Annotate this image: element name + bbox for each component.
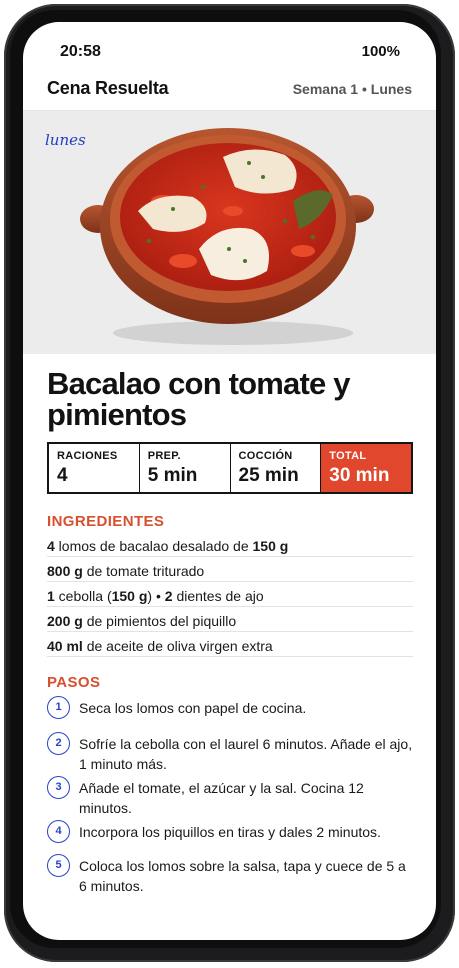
status-time: 20:58 xyxy=(60,43,101,60)
stat-value: 5 min xyxy=(147,465,198,486)
stat-value: 30 min xyxy=(329,465,390,486)
week-day-label[interactable]: Semana 1 • Lunes xyxy=(293,81,412,97)
stat-label: COCCIÓN xyxy=(238,450,293,462)
recipe-stats: RACIONES 4 PREP. 5 min COCCIÓN 25 min TO… xyxy=(47,442,413,494)
ingredient-quantity: 800 g xyxy=(47,563,83,579)
stat-label: TOTAL xyxy=(329,450,367,462)
stat-label: RACIONES xyxy=(57,450,118,462)
ingredient-quantity: 4 xyxy=(47,538,55,554)
ingredient-row: 4 lomos de bacalao desalado de 150 g xyxy=(47,532,413,557)
ingredient-row: 800 g de tomate triturado xyxy=(47,557,413,582)
ingredient-row: 40 ml de aceite de oliva virgen extra xyxy=(47,632,413,657)
app-header: Cena Resuelta Semana 1 • Lunes xyxy=(23,78,436,111)
ingredient-text: lomos de bacalao desalado de xyxy=(54,538,253,554)
ingredient-text: ) • xyxy=(147,588,165,604)
ingredient-text: cebolla ( xyxy=(54,588,112,604)
stat-value: 25 min xyxy=(238,465,299,486)
battery-level: 100% xyxy=(361,43,400,60)
step-text: Coloca los lomos sobre la salsa, tapa y … xyxy=(79,858,406,894)
ingredient-quantity: 2 xyxy=(164,588,173,604)
ingredient-text: de tomate triturado xyxy=(82,563,205,579)
step-number: 1 xyxy=(47,696,70,719)
app-title: Cena Resuelta xyxy=(47,78,169,98)
recipe-photo: lunes xyxy=(23,111,436,354)
steps-heading: PASOS xyxy=(47,674,101,691)
stat-prep: PREP. 5 min xyxy=(140,444,231,492)
ingredient-quantity: 200 g xyxy=(47,613,83,629)
recipe-title: Bacalao con tomate y pimientos xyxy=(47,366,351,432)
screen: 20:58 100% Cena Resuelta Semana 1 • Lune… xyxy=(23,22,436,940)
ingredient-quantity: 150 g xyxy=(252,538,289,554)
status-bar: 20:58 100% xyxy=(23,22,436,78)
day-tag: lunes xyxy=(45,131,86,149)
step-text: Sofríe la cebolla con el laurel 6 minuto… xyxy=(79,736,413,772)
step-number: 3 xyxy=(47,776,70,799)
ingredient-quantity: 1 xyxy=(47,588,55,604)
stat-cook: COCCIÓN 25 min xyxy=(231,444,322,492)
step-text: Seca los lomos con papel de cocina. xyxy=(79,700,307,716)
ingredient-quantity: 40 ml xyxy=(47,638,83,654)
ingredient-row: 200 g de pimientos del piquillo xyxy=(47,607,413,632)
step-number: 2 xyxy=(47,732,70,755)
ingredients-heading: INGREDIENTES xyxy=(47,513,165,530)
step-number: 4 xyxy=(47,820,70,843)
step-text: Incorpora los piquillos en tiras y dales… xyxy=(79,824,381,840)
ingredient-text: de pimientos del piquillo xyxy=(82,613,237,629)
stat-label: PREP. xyxy=(147,450,181,462)
ingredients-list: 4 lomos de bacalao desalado de 150 g 800 … xyxy=(47,532,413,657)
ingredient-quantity: 150 g xyxy=(111,588,148,604)
step-text: Añade el tomate, el azúcar y la sal. Coc… xyxy=(79,780,364,816)
stat-total: TOTAL 30 min xyxy=(321,444,411,492)
ingredient-text: dientes de ajo xyxy=(172,588,264,604)
stat-servings: RACIONES 4 xyxy=(49,444,140,492)
ingredient-text: de aceite de oliva virgen extra xyxy=(82,638,273,654)
ingredient-row: 1 cebolla (150 g) • 2 dientes de ajo xyxy=(47,582,413,607)
stat-value: 4 xyxy=(57,465,68,486)
step-number: 5 xyxy=(47,854,70,877)
